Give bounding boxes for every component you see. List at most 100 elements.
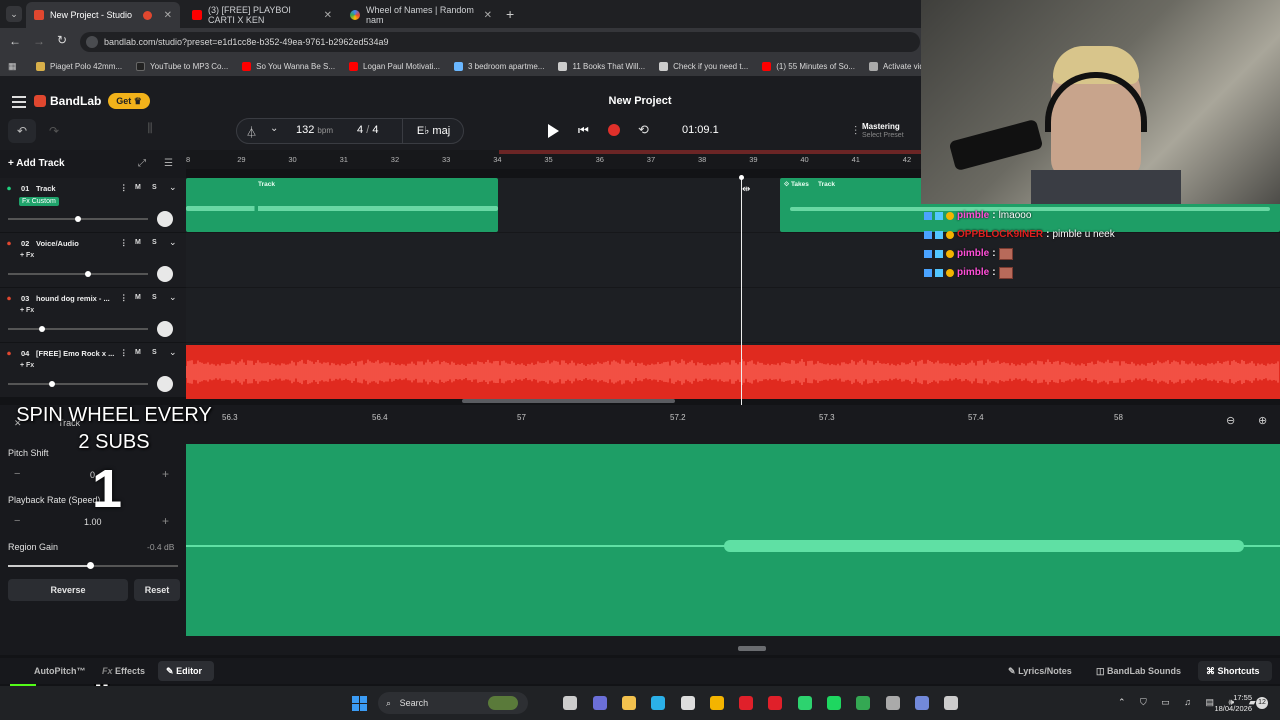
- reload-icon[interactable]: ↻: [57, 33, 67, 47]
- bookmark-item[interactable]: Check if you need t...: [659, 61, 748, 71]
- fx-button[interactable]: + Fx: [20, 307, 34, 314]
- solo-button[interactable]: S: [152, 294, 157, 301]
- chevron-down-icon[interactable]: ⌄: [169, 237, 177, 248]
- menu-hamburger-icon[interactable]: [12, 96, 26, 108]
- chat-username[interactable]: pimble: [957, 267, 989, 278]
- get-membership-button[interactable]: Get ♛: [108, 93, 150, 109]
- volume-slider[interactable]: [8, 326, 148, 332]
- taskbar-clock[interactable]: 17:55 18/04/2026: [1212, 692, 1252, 714]
- zoom-out-icon[interactable]: ⊖: [1226, 414, 1235, 427]
- mute-button[interactable]: M: [135, 349, 141, 356]
- project-title[interactable]: New Project: [590, 95, 690, 107]
- track-name[interactable]: Voice/Audio: [36, 239, 116, 248]
- edge-icon[interactable]: [651, 696, 666, 710]
- editor-scroll-handle[interactable]: [738, 646, 766, 651]
- chrome-icon[interactable]: [709, 696, 724, 710]
- new-tab-icon[interactable]: +: [506, 6, 514, 22]
- key-field[interactable]: E♭ maj: [402, 118, 464, 144]
- widget-icon[interactable]: [488, 696, 518, 710]
- track-options-icon[interactable]: ⋮: [120, 293, 128, 302]
- track-options-icon[interactable]: ⋮: [120, 238, 128, 247]
- minus-icon[interactable]: −: [14, 468, 20, 480]
- chevron-down-icon[interactable]: ⌄: [169, 292, 177, 303]
- fx-button[interactable]: Fx Custom: [19, 197, 59, 206]
- chat-username[interactable]: pimble: [957, 210, 989, 221]
- close-tab-icon[interactable]: ✕: [324, 10, 332, 21]
- track-name[interactable]: hound dog remix - ...: [36, 294, 116, 303]
- mute-button[interactable]: M: [135, 294, 141, 301]
- opera-icon[interactable]: [739, 696, 754, 710]
- apps-grid-icon[interactable]: ▦: [8, 61, 17, 72]
- bookmark-item[interactable]: (1) 55 Minutes of So...: [762, 61, 855, 71]
- volume-handle[interactable]: [85, 271, 92, 277]
- tab-youtube[interactable]: (3) [FREE] PLAYBOI CARTI X KEN ✕: [184, 2, 340, 28]
- teams-icon[interactable]: [592, 696, 607, 710]
- undo-icon[interactable]: ↶: [8, 119, 36, 143]
- tab-list-button[interactable]: ⌄: [6, 6, 22, 22]
- bookmark-item[interactable]: 11 Books That Will...: [558, 61, 645, 71]
- bookmark-item[interactable]: YouTube to MP3 Co...: [136, 61, 228, 71]
- close-tab-icon[interactable]: ✕: [164, 10, 172, 21]
- metronome-icon[interactable]: ⏃: [246, 124, 257, 140]
- discord-icon[interactable]: [914, 696, 929, 710]
- notification-badge[interactable]: 12: [1256, 697, 1268, 709]
- mixer-icon[interactable]: ⫼: [140, 121, 160, 141]
- tempo-field[interactable]: 132 bpm: [296, 124, 333, 136]
- chevron-down-icon[interactable]: ⌄: [169, 182, 177, 193]
- autopitch-button[interactable]: AutoPitch™: [34, 666, 86, 676]
- pan-knob[interactable]: [157, 376, 173, 392]
- tab-bandlab[interactable]: New Project - Studio ✕: [26, 2, 180, 28]
- time-signature-field[interactable]: 4 / 4: [357, 124, 378, 136]
- timeline-scrollbar[interactable]: [462, 399, 675, 403]
- solo-button[interactable]: S: [152, 184, 157, 191]
- plus-icon[interactable]: +: [162, 467, 169, 481]
- site-info-icon[interactable]: [86, 36, 98, 48]
- editor-ruler[interactable]: 56.3 56.4 57 57.2 57.3 57.4 58: [186, 408, 1280, 444]
- chat-username[interactable]: OPPBLOCK9INER: [957, 229, 1043, 240]
- close-tab-icon[interactable]: ✕: [484, 10, 492, 21]
- automation-icon[interactable]: ⤢: [138, 158, 146, 169]
- effects-button[interactable]: Fx Effects: [102, 666, 145, 676]
- audio-clip[interactable]: [186, 345, 1280, 399]
- tab-wheel-of-names[interactable]: Wheel of Names | Random nam ✕: [342, 2, 500, 28]
- play-button[interactable]: [548, 124, 559, 138]
- region-gain-handle[interactable]: [86, 562, 94, 569]
- track-lane[interactable]: [186, 288, 1280, 343]
- acrobat-icon[interactable]: [768, 696, 783, 710]
- pan-knob[interactable]: [157, 266, 173, 282]
- bandlab-sounds-button[interactable]: ◫ BandLab Sounds: [1096, 666, 1181, 677]
- back-icon[interactable]: ←: [9, 34, 21, 48]
- pan-knob[interactable]: [157, 211, 173, 227]
- track-name[interactable]: [FREE] Emo Rock x ...: [36, 349, 116, 358]
- editor-tab-button[interactable]: ✎ Editor: [158, 661, 214, 681]
- track-header[interactable]: ⏺ 02 Voice/Audio ⋮ M S ⌄ + Fx: [0, 233, 186, 288]
- volume-handle[interactable]: [48, 381, 55, 387]
- chevron-down-icon[interactable]: ⌄: [270, 123, 278, 134]
- xbox-icon[interactable]: [797, 696, 812, 710]
- track-header[interactable]: ⏺ 03 hound dog remix - ... ⋮ M S ⌄ + Fx: [0, 288, 186, 343]
- spotify-icon[interactable]: [827, 696, 841, 710]
- volume-slider[interactable]: [8, 381, 148, 387]
- region-gain-slider[interactable]: [8, 562, 178, 569]
- track-settings-icon[interactable]: ☰: [164, 158, 173, 169]
- mute-button[interactable]: M: [135, 239, 141, 246]
- track-options-icon[interactable]: ⋮: [120, 348, 128, 357]
- bandlab-logo[interactable]: BandLab: [34, 94, 101, 108]
- windows-start-icon[interactable]: [352, 696, 367, 711]
- mute-button[interactable]: M: [135, 184, 141, 191]
- mastering-button[interactable]: ⫶ Mastering Select Preset: [848, 118, 924, 144]
- bookmark-item[interactable]: So You Wanna Be S...: [242, 61, 335, 71]
- fx-button[interactable]: + Fx: [20, 362, 34, 369]
- record-button[interactable]: [608, 124, 620, 136]
- pan-knob[interactable]: [157, 321, 173, 337]
- zoom-in-icon[interactable]: ⊕: [1258, 414, 1267, 427]
- volume-slider[interactable]: [8, 271, 148, 277]
- bookmark-item[interactable]: 3 bedroom apartme...: [453, 61, 544, 71]
- minus-icon[interactable]: −: [14, 515, 20, 527]
- chat-username[interactable]: pimble: [957, 248, 989, 259]
- region-waveform-view[interactable]: [186, 444, 1280, 636]
- chevron-down-icon[interactable]: ⌄: [169, 347, 177, 358]
- track-options-icon[interactable]: ⋮: [120, 183, 128, 192]
- playhead-handle[interactable]: [739, 175, 744, 180]
- solo-button[interactable]: S: [152, 349, 157, 356]
